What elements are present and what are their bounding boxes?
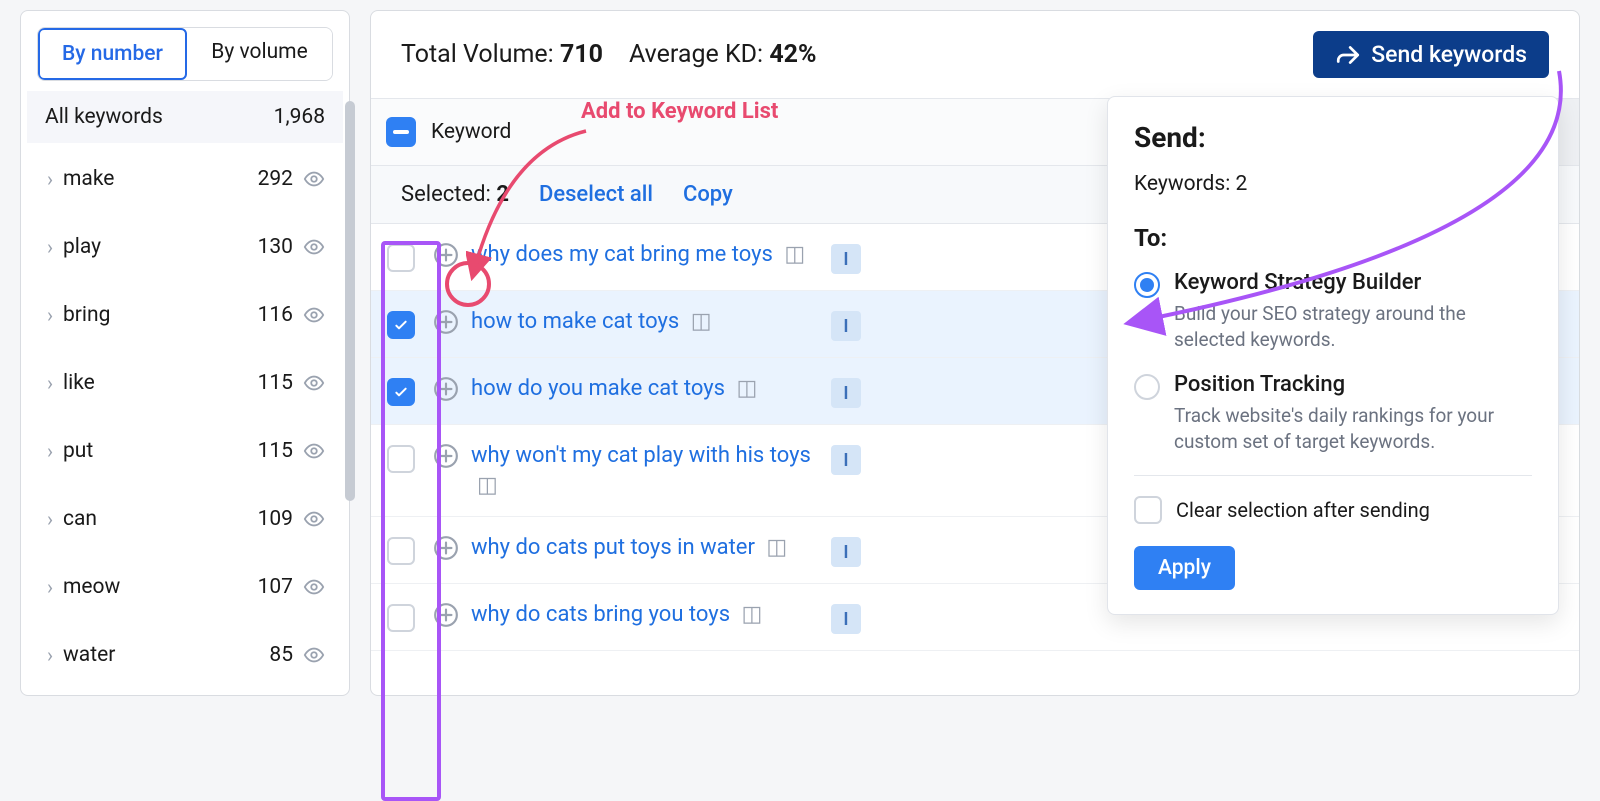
eye-icon[interactable] xyxy=(303,440,325,462)
all-keywords-label: All keywords xyxy=(45,105,163,129)
chevron-right-icon: › xyxy=(37,371,63,395)
keyword-group-row[interactable]: ›put115 xyxy=(27,417,343,485)
keyword-link[interactable]: how to make cat toys ◫ xyxy=(471,307,831,341)
serp-icon: ◫ xyxy=(477,473,498,498)
destination-radio[interactable] xyxy=(1134,272,1160,298)
keyword-group-name: water xyxy=(63,643,269,667)
popover-send-label: Send: xyxy=(1134,121,1532,154)
keyword-group-name: put xyxy=(63,439,258,463)
keyword-group-row[interactable]: ›play130 xyxy=(27,213,343,281)
eye-icon[interactable] xyxy=(303,576,325,598)
popover-to-label: To: xyxy=(1134,224,1532,252)
eye-icon[interactable] xyxy=(303,372,325,394)
keyword-group-count: 115 xyxy=(258,371,293,395)
chevron-right-icon: › xyxy=(37,507,63,531)
add-to-list-icon[interactable] xyxy=(431,374,461,404)
row-checkbox[interactable] xyxy=(387,537,415,565)
apply-button[interactable]: Apply xyxy=(1134,546,1235,590)
toggle-by-number[interactable]: By number xyxy=(38,28,187,80)
destination-desc: Track website's daily rankings for your … xyxy=(1174,403,1532,454)
eye-icon[interactable] xyxy=(303,236,325,258)
keyword-group-row[interactable]: ›water85 xyxy=(27,621,343,689)
serp-icon: ◫ xyxy=(742,602,763,627)
send-popover: Send: Keywords: 2 To: Keyword Strategy B… xyxy=(1107,96,1559,615)
keyword-link[interactable]: why does my cat bring me toys ◫ xyxy=(471,240,831,274)
keyword-group-name: meow xyxy=(63,575,258,599)
send-keywords-button[interactable]: Send keywords xyxy=(1313,31,1549,78)
intent-badge: I xyxy=(831,378,861,408)
scrollbar[interactable] xyxy=(345,101,355,501)
clear-selection-checkbox[interactable] xyxy=(1134,496,1162,524)
keyword-group-row[interactable]: ›can109 xyxy=(27,485,343,553)
destination-radio[interactable] xyxy=(1134,374,1160,400)
copy-link[interactable]: Copy xyxy=(683,182,733,207)
keyword-group-count: 109 xyxy=(258,507,293,531)
add-to-list-icon[interactable] xyxy=(431,240,461,270)
serp-icon: ◫ xyxy=(737,376,758,401)
keyword-group-row[interactable]: ›meow107 xyxy=(27,553,343,621)
add-to-list-icon[interactable] xyxy=(431,533,461,563)
main-panel: Total Volume: 710 Average KD: 42% Send k… xyxy=(370,10,1580,696)
destination-title: Keyword Strategy Builder xyxy=(1174,270,1532,295)
keyword-link[interactable]: how do you make cat toys ◫ xyxy=(471,374,831,408)
keyword-group-name: make xyxy=(63,167,258,191)
chevron-right-icon: › xyxy=(37,643,63,667)
clear-selection-label: Clear selection after sending xyxy=(1176,498,1430,522)
keyword-group-count: 292 xyxy=(258,167,293,191)
keyword-link[interactable]: why do cats bring you toys ◫ xyxy=(471,600,831,634)
keyword-group-count: 116 xyxy=(258,303,293,327)
chevron-right-icon: › xyxy=(37,575,63,599)
row-checkbox[interactable] xyxy=(387,244,415,272)
row-checkbox[interactable] xyxy=(387,378,415,406)
all-keywords-row[interactable]: All keywords 1,968 xyxy=(27,91,343,143)
send-arrow-icon xyxy=(1335,42,1361,68)
intent-badge: I xyxy=(831,445,861,475)
intent-badge: I xyxy=(831,244,861,274)
sort-toggle: By number By volume xyxy=(37,27,333,81)
eye-icon[interactable] xyxy=(303,168,325,190)
row-checkbox[interactable] xyxy=(387,445,415,473)
deselect-all-link[interactable]: Deselect all xyxy=(539,182,653,207)
destination-desc: Build your SEO strategy around the selec… xyxy=(1174,301,1532,352)
serp-icon: ◫ xyxy=(784,242,805,267)
annotation-label: Add to Keyword List xyxy=(581,99,778,124)
summary-stats: Total Volume: 710 Average KD: 42% xyxy=(401,40,816,69)
keyword-group-row[interactable]: ›make292 xyxy=(27,145,343,213)
keyword-group-name: can xyxy=(63,507,258,531)
keyword-group-name: bring xyxy=(63,303,258,327)
eye-icon[interactable] xyxy=(303,644,325,666)
keyword-group-count: 115 xyxy=(258,439,293,463)
select-all-checkbox[interactable] xyxy=(386,117,416,147)
keyword-group-name: like xyxy=(63,371,258,395)
chevron-right-icon: › xyxy=(37,303,63,327)
add-to-list-icon[interactable] xyxy=(431,307,461,337)
intent-badge: I xyxy=(831,537,861,567)
all-keywords-count: 1,968 xyxy=(274,105,325,129)
eye-icon[interactable] xyxy=(303,508,325,530)
keyword-group-count: 107 xyxy=(258,575,293,599)
add-to-list-icon[interactable] xyxy=(431,600,461,630)
row-checkbox[interactable] xyxy=(387,604,415,632)
chevron-right-icon: › xyxy=(37,235,63,259)
keyword-link[interactable]: why do cats put toys in water ◫ xyxy=(471,533,831,567)
toggle-by-volume[interactable]: By volume xyxy=(187,28,332,80)
keyword-group-row[interactable]: ›bring116 xyxy=(27,281,343,349)
eye-icon[interactable] xyxy=(303,304,325,326)
add-to-list-icon[interactable] xyxy=(431,441,461,471)
serp-icon: ◫ xyxy=(766,535,787,560)
chevron-right-icon: › xyxy=(37,167,63,191)
serp-icon: ◫ xyxy=(691,309,712,334)
keyword-group-row[interactable]: ›like115 xyxy=(27,349,343,417)
keyword-link[interactable]: why won't my cat play with his toys ◫ xyxy=(471,441,831,500)
destination-title: Position Tracking xyxy=(1174,372,1532,397)
keyword-group-count: 85 xyxy=(269,643,293,667)
intent-badge: I xyxy=(831,311,861,341)
row-checkbox[interactable] xyxy=(387,311,415,339)
sidebar: By number By volume All keywords 1,968 ›… xyxy=(20,10,350,696)
keyword-group-name: play xyxy=(63,235,258,259)
chevron-right-icon: › xyxy=(37,439,63,463)
keyword-group-count: 130 xyxy=(258,235,293,259)
intent-badge: I xyxy=(831,604,861,634)
